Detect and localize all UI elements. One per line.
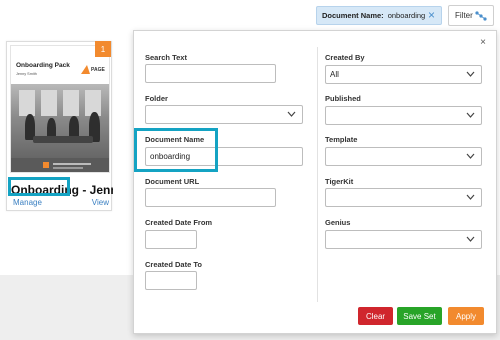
tigerkit-select[interactable]	[325, 188, 482, 207]
thumbnail-title: Onboarding Pack	[16, 62, 70, 69]
chevron-down-icon	[466, 153, 475, 159]
thumbnail-photo	[11, 84, 109, 168]
remove-filter-icon[interactable]: ×	[428, 8, 435, 22]
published-label: Published	[325, 94, 361, 103]
filter-icon	[475, 11, 487, 21]
filter-chip-value: onboarding	[387, 11, 426, 20]
save-set-button[interactable]: Save Set	[397, 307, 442, 325]
close-panel-icon[interactable]: ×	[480, 37, 486, 48]
search-text-input[interactable]	[145, 64, 276, 83]
folder-label: Folder	[145, 94, 168, 103]
active-filter-chip: Document Name: onboarding ×	[316, 6, 442, 25]
tigerkit-label: TigerKit	[325, 177, 354, 186]
chevron-down-icon	[466, 236, 475, 242]
chevron-down-icon	[287, 111, 296, 117]
chevron-down-icon	[466, 71, 475, 77]
created-date-to-input[interactable]	[145, 271, 197, 290]
created-by-label: Created By	[325, 53, 365, 62]
created-by-select[interactable]: All	[325, 65, 482, 84]
thumbnail-footer	[11, 158, 109, 172]
document-url-input[interactable]	[145, 188, 276, 207]
manage-link[interactable]: Manage	[13, 198, 42, 207]
created-date-to-label: Created Date To	[145, 260, 202, 269]
filter-panel: × Search Text Folder Document Name onboa…	[133, 30, 497, 334]
apply-button[interactable]: Apply	[448, 307, 484, 325]
chevron-down-icon	[466, 112, 475, 118]
genius-select[interactable]	[325, 230, 482, 249]
filter-button-label: Filter	[455, 11, 473, 20]
created-date-from-label: Created Date From	[145, 218, 213, 227]
folder-select[interactable]	[145, 105, 303, 124]
template-label: Template	[325, 135, 358, 144]
filter-chip-key: Document Name:	[322, 11, 384, 20]
thumbnail-author: Jenny Smith	[16, 72, 37, 76]
card-title-highlight	[8, 177, 70, 196]
clear-button[interactable]: Clear	[358, 307, 393, 325]
created-by-value: All	[330, 70, 339, 79]
document-thumbnail[interactable]: Onboarding Pack Jenny Smith PAGE	[10, 45, 110, 173]
search-text-label: Search Text	[145, 53, 187, 62]
view-link[interactable]: View	[92, 198, 109, 207]
card-links: Manage View	[13, 198, 109, 207]
page-logo: PAGE	[81, 65, 105, 74]
version-badge: 1	[95, 41, 111, 57]
logo-text: PAGE	[91, 67, 105, 73]
created-date-from-input[interactable]	[145, 230, 197, 249]
filter-button[interactable]: Filter	[448, 5, 494, 26]
template-select[interactable]	[325, 147, 482, 166]
published-select[interactable]	[325, 106, 482, 125]
panel-divider	[317, 47, 318, 302]
document-name-highlight	[134, 128, 218, 172]
chevron-down-icon	[466, 194, 475, 200]
genius-label: Genius	[325, 218, 351, 227]
document-url-label: Document URL	[145, 177, 200, 186]
